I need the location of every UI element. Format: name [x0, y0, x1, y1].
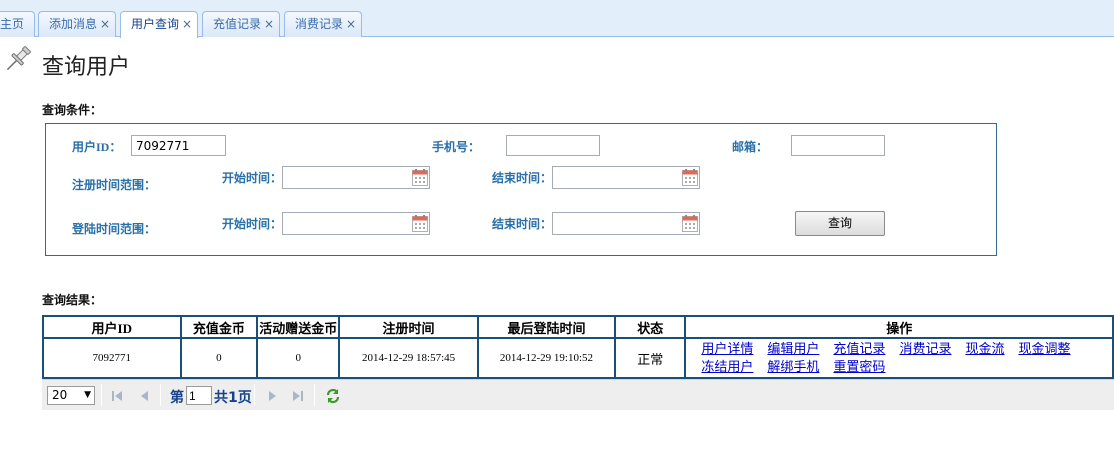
reset-password-link[interactable]: 重置密码 — [833, 360, 885, 375]
page-title: 查询用户 — [42, 55, 131, 80]
next-page-icon[interactable] — [265, 389, 279, 403]
unbind-phone-link[interactable]: 解绑手机 — [767, 360, 819, 375]
email-input[interactable] — [791, 135, 885, 156]
tab-recharge-records[interactable]: 充值记录 × — [202, 11, 280, 37]
query-section-label: 查询条件： — [42, 103, 103, 117]
table-row: 7092771 0 0 2014-12-29 18:57:45 2014-12-… — [42, 337, 1114, 379]
pager-separator — [160, 384, 161, 406]
cell-register-time: 2014-12-29 18:57:45 — [338, 337, 479, 379]
total-pages-text: 共1页 — [214, 390, 252, 406]
cell-last-login: 2014-12-29 19:10:52 — [476, 337, 617, 379]
pager-separator — [101, 384, 102, 406]
column-header: 最后登陆时间 — [476, 315, 617, 339]
column-header: 充值金币 — [179, 315, 259, 339]
page-size-select[interactable]: 20 ▼ — [47, 386, 95, 405]
column-header: 活动赠送金币 — [256, 315, 341, 339]
cell-user-id: 7092771 — [42, 337, 182, 379]
phone-input[interactable] — [506, 135, 600, 156]
prev-page-icon[interactable] — [138, 389, 152, 403]
pin-icon — [6, 46, 31, 71]
tab-label: 添加消息 — [49, 17, 98, 31]
cash-adjust-link[interactable]: 现金调整 — [1018, 342, 1070, 357]
close-icon[interactable]: × — [182, 12, 192, 36]
pager-separator — [314, 384, 315, 406]
status-badge: 正常 — [614, 337, 687, 379]
cash-flow-link[interactable]: 现金流 — [965, 342, 1004, 357]
calendar-icon[interactable] — [412, 169, 428, 186]
user-details-link[interactable]: 用户详情 — [701, 342, 753, 357]
tab-home[interactable]: 主页 — [0, 11, 35, 37]
results-section-label: 查询结果： — [42, 293, 103, 307]
pager-separator — [254, 384, 255, 406]
close-icon[interactable]: × — [346, 12, 356, 36]
close-icon[interactable]: × — [100, 12, 110, 36]
login-end-input[interactable] — [552, 212, 700, 235]
user-id-label: 用户ID： — [72, 140, 122, 154]
email-label: 邮箱： — [732, 140, 769, 154]
chevron-down-icon: ▼ — [84, 390, 91, 400]
close-icon[interactable]: × — [264, 12, 274, 36]
freeze-user-link[interactable]: 冻结用户 — [701, 360, 753, 375]
tab-add-message[interactable]: 添加消息 × — [38, 11, 116, 37]
register-range-label: 注册时间范围： — [72, 178, 157, 192]
column-header: 注册时间 — [338, 315, 479, 339]
recharge-records-link[interactable]: 充值记录 — [833, 342, 885, 357]
refresh-icon[interactable] — [325, 388, 341, 404]
column-header: 用户ID — [42, 315, 182, 339]
table-header-row: 用户ID 充值金币 活动赠送金币 注册时间 最后登陆时间 状态 操作 — [42, 315, 1114, 339]
login-range-label: 登陆时间范围： — [72, 222, 157, 236]
page-size-value: 20 — [52, 388, 68, 402]
phone-label: 手机号： — [432, 140, 481, 154]
register-end-label: 结束时间： — [492, 171, 553, 185]
column-header: 操作 — [684, 315, 1114, 339]
actions-cell: 用户详情 编辑用户 充值记录 消费记录 现金流 现金调整 冻结用户 解绑手机 重置密码 — [684, 337, 1114, 379]
calendar-icon[interactable] — [412, 215, 428, 232]
login-start-label: 开始时间： — [222, 217, 283, 231]
login-start-input[interactable] — [282, 212, 430, 235]
register-start-label: 开始时间： — [222, 171, 283, 185]
user-id-input[interactable] — [131, 135, 226, 156]
pagination-bar: 20 ▼ 第 共1页 — [42, 379, 1114, 410]
tab-label: 主页 — [0, 17, 25, 31]
query-button[interactable]: 查询 — [795, 211, 885, 236]
tab-label: 用户查询 — [131, 17, 180, 31]
column-header: 状态 — [614, 315, 687, 339]
results-table: 用户ID 充值金币 活动赠送金币 注册时间 最后登陆时间 状态 操作 70927… — [42, 315, 1114, 379]
tab-user-query[interactable]: 用户查询 × — [120, 11, 198, 38]
calendar-icon[interactable] — [682, 215, 698, 232]
cell-recharge-coins: 0 — [179, 337, 259, 379]
tab-consumption-records[interactable]: 消费记录 × — [284, 11, 362, 37]
cell-bonus-coins: 0 — [256, 337, 341, 379]
tab-bar: 主页 添加消息 × 用户查询 × 充值记录 × 消费记录 × — [0, 0, 1114, 38]
consumption-records-link[interactable]: 消费记录 — [899, 342, 951, 357]
login-end-label: 结束时间： — [492, 217, 553, 231]
tab-label: 消费记录 — [295, 17, 344, 31]
register-end-input[interactable] — [552, 166, 700, 189]
last-page-icon[interactable] — [291, 389, 305, 403]
first-page-icon[interactable] — [110, 389, 124, 403]
tab-label: 充值记录 — [213, 17, 262, 31]
page-prefix: 第 — [170, 390, 184, 406]
edit-user-link[interactable]: 编辑用户 — [767, 342, 819, 357]
register-start-input[interactable] — [282, 166, 430, 189]
page-number-input[interactable] — [186, 386, 212, 405]
calendar-icon[interactable] — [682, 169, 698, 186]
